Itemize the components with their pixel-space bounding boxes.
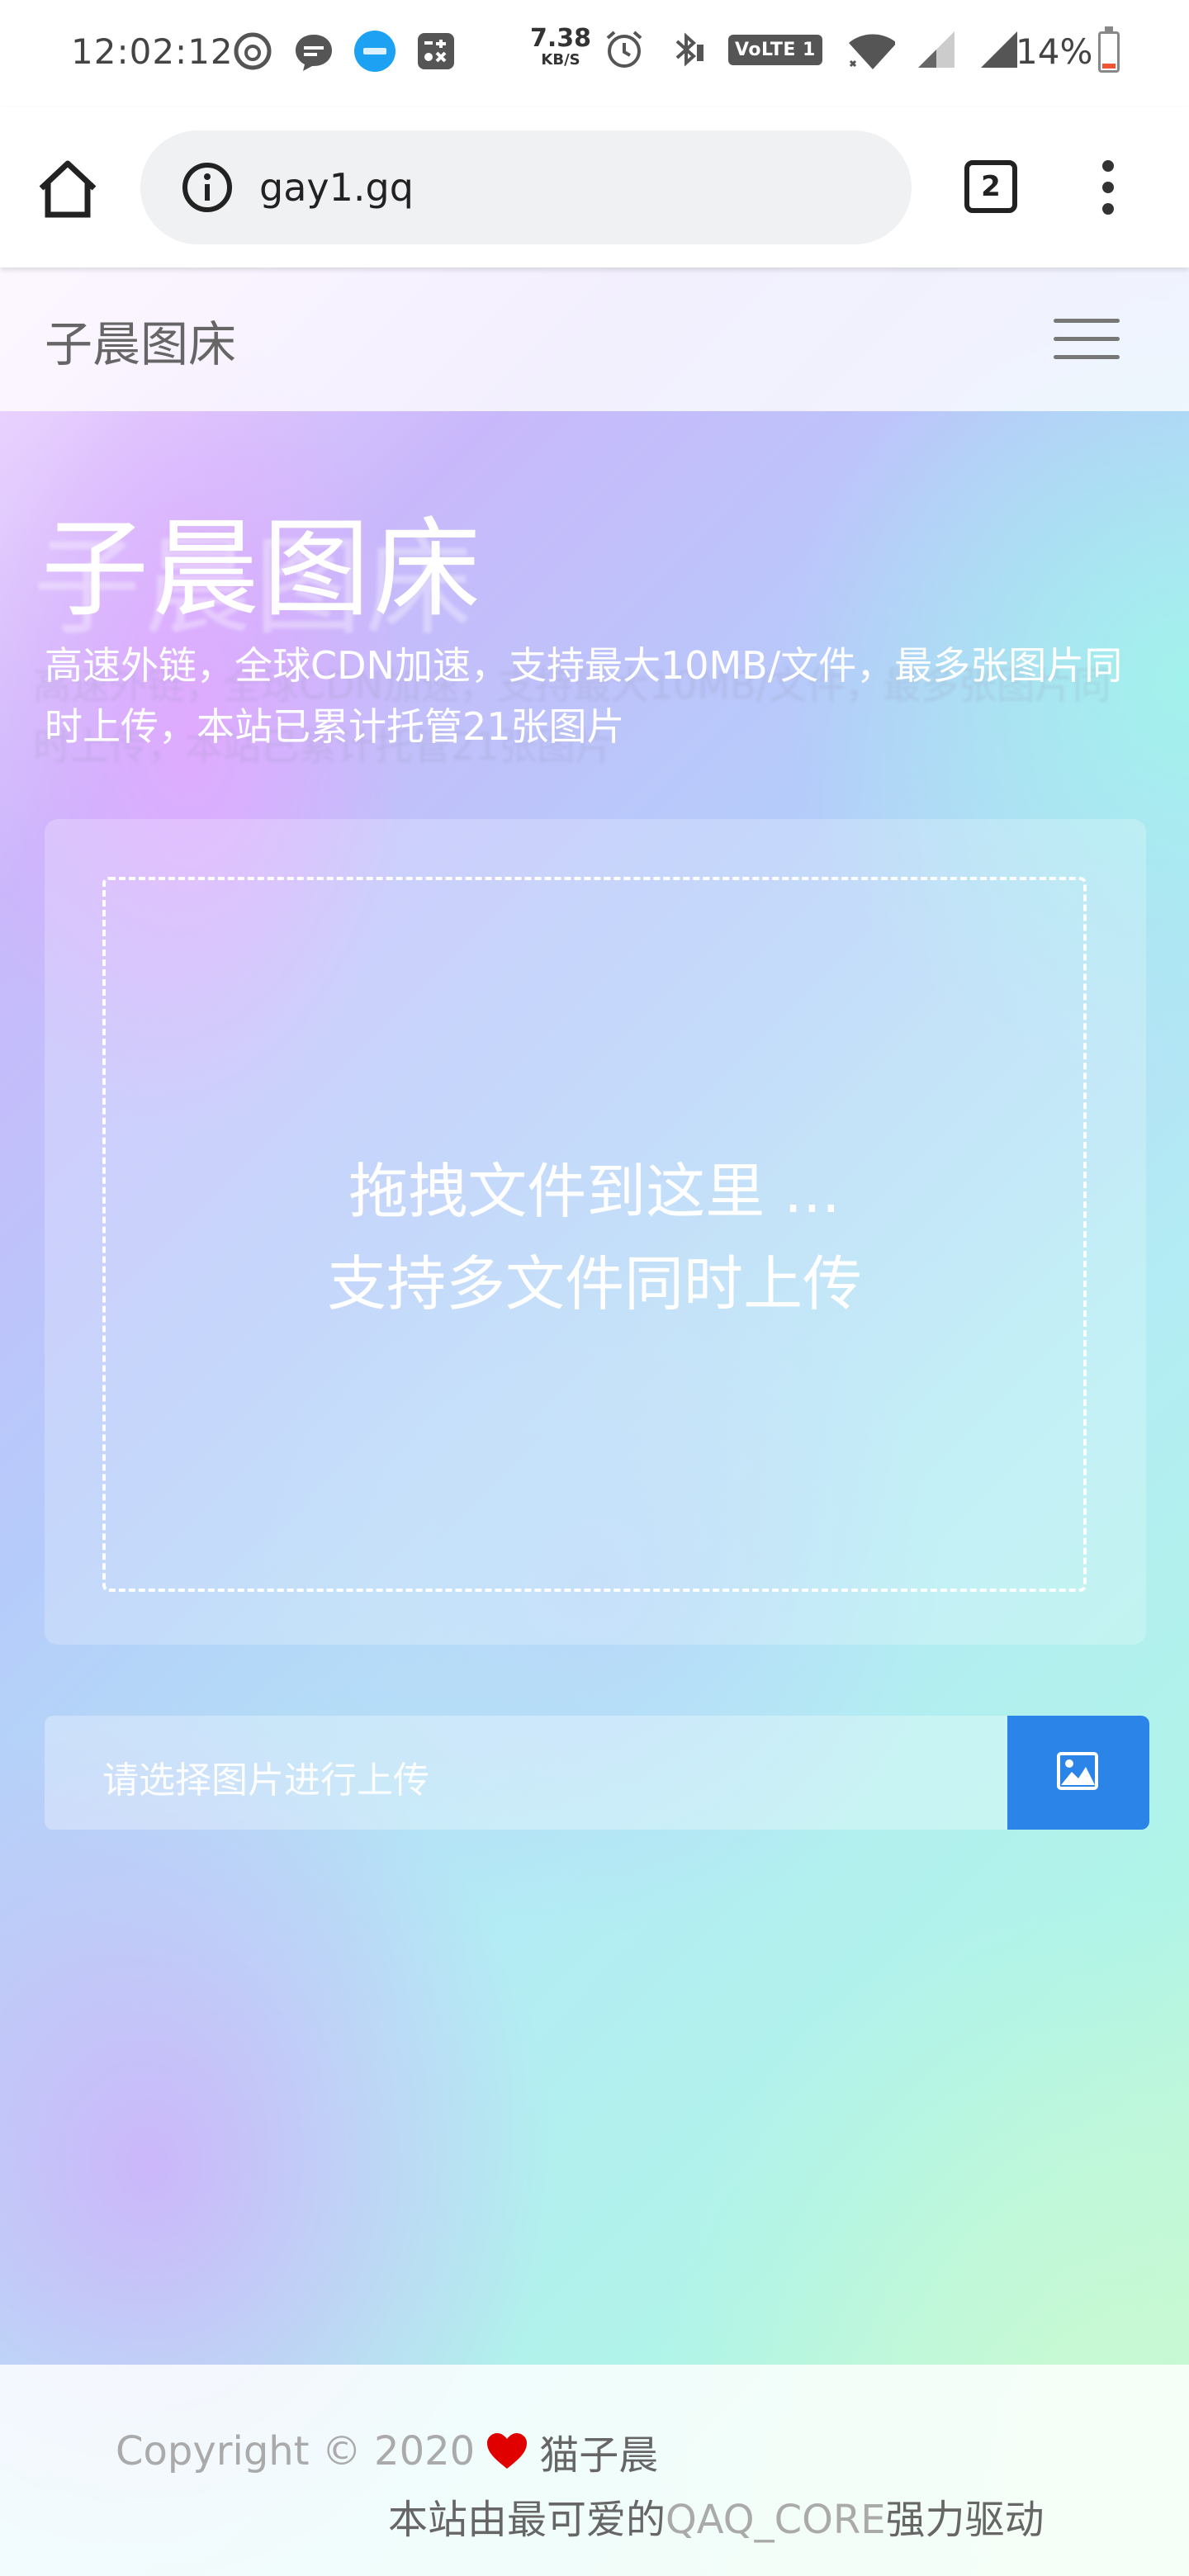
site-navbar: 子晨图床 [0, 268, 1189, 411]
home-icon[interactable] [35, 155, 101, 221]
copyright-text: Copyright © 2020 [116, 2428, 476, 2474]
message-icon [296, 35, 332, 71]
site-footer: Copyright © 2020 猫子晨 本站由最可爱的QAQ_CORE强力驱动 [0, 2365, 1189, 2576]
url-text[interactable]: gay1.gq [259, 165, 414, 210]
dropzone-hint: 支持多文件同时上传 [326, 1249, 862, 1319]
bluetooth-icon [675, 32, 703, 67]
powered-prefix: 本站由最可爱的 [388, 2497, 666, 2543]
signal-weak-icon [917, 31, 955, 68]
netease-music-icon [234, 32, 272, 70]
site-brand[interactable]: 子晨图床 [45, 305, 236, 375]
net-speed-unit: KB/S [541, 51, 580, 69]
upload-placeholder: 请选择图片进行上传 [102, 1759, 429, 1802]
hero-title: 子晨图床 [41, 506, 485, 632]
net-speed-value: 7.38 [530, 24, 592, 53]
heart-icon [487, 2433, 528, 2469]
alarm-icon [606, 31, 642, 68]
dropzone-title: 拖拽文件到这里 ... [348, 1157, 841, 1226]
more-menu-icon[interactable] [1088, 159, 1130, 216]
status-time: 12:02:12 [71, 31, 234, 72]
app-icon [354, 31, 396, 72]
battery-level [1102, 64, 1116, 69]
upload-card: 拖拽文件到这里 ... 支持多文件同时上传 [45, 819, 1146, 1645]
hamburger-menu-icon[interactable] [1054, 315, 1120, 363]
address-bar[interactable]: gay1.gq [140, 130, 912, 244]
powered-name-link[interactable]: QAQ_CORE [666, 2497, 886, 2543]
status-bar: 12:02:12 7.38 KB/S VoLTE 1 14% [0, 0, 1189, 107]
image-icon [1057, 1752, 1098, 1790]
copyright-line: Copyright © 2020 猫子晨 [116, 2422, 658, 2480]
browser-toolbar: gay1.gq 2 [0, 107, 1189, 268]
web-page: 子晨图床 子晨图床 高速外链，全球CDN加速，支持最大10MB/文件，最多张图片… [0, 268, 1189, 2576]
file-dropzone[interactable]: 拖拽文件到这里 ... 支持多文件同时上传 [102, 877, 1087, 1592]
author-name[interactable]: 猫子晨 [539, 2422, 658, 2480]
battery-percent: 14% [1016, 31, 1093, 72]
toolbox-icon [418, 33, 454, 69]
hero-subtitle: 高速外链，全球CDN加速，支持最大10MB/文件，最多张图片同时上传，本站已累计… [45, 643, 1123, 749]
info-icon[interactable] [182, 162, 233, 213]
tab-switcher-button[interactable]: 2 [964, 160, 1017, 213]
battery-icon [1098, 26, 1120, 73]
select-image-button[interactable] [1007, 1716, 1149, 1830]
volte-badge: VoLTE 1 [728, 34, 822, 65]
signal-icon [980, 31, 1017, 68]
file-path-input[interactable]: 请选择图片进行上传 [45, 1716, 1007, 1830]
net-speed-indicator: 7.38 KB/S [530, 26, 591, 68]
upload-input-group: 请选择图片进行上传 [45, 1716, 1149, 1830]
system-icons: VoLTE 1 [603, 28, 1021, 71]
notification-icons [231, 30, 457, 73]
wifi-icon [848, 34, 895, 69]
powered-suffix: 强力驱动 [885, 2497, 1045, 2543]
powered-by-line: 本站由最可爱的QAQ_CORE强力驱动 [388, 2487, 1045, 2545]
